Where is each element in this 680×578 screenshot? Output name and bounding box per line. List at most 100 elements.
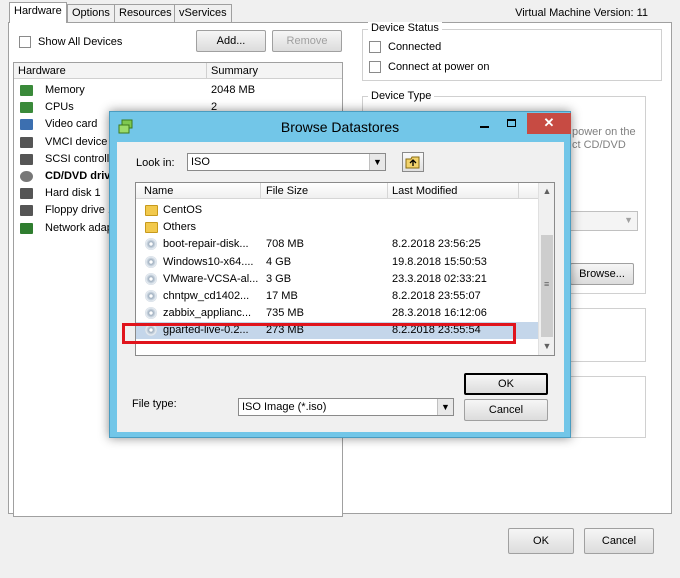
file-size: 708 MB	[266, 238, 304, 251]
disc-image-icon	[145, 238, 157, 251]
scsi-icon	[20, 153, 33, 165]
disc-image-icon	[145, 290, 157, 302]
file-name: VMware-VCSA-al...	[163, 272, 259, 285]
file-size: 3 GB	[266, 272, 292, 285]
hardware-header: Hardware Summary	[14, 63, 342, 79]
dialog-client: Look in: ISO ▼ Name File Size Last Modif…	[117, 142, 564, 432]
disk-icon	[20, 188, 33, 200]
connect-at-power-on-label: Connect at power on	[388, 61, 490, 73]
file-list-scrollbar[interactable]: ▲ ≡ ▼	[538, 183, 554, 355]
disc-image-icon	[145, 255, 157, 268]
file-modified: 8.2.2018 23:55:07	[392, 290, 481, 302]
hardware-row[interactable]: Memory 2048 MB	[14, 82, 342, 99]
file-size: 17 MB	[266, 290, 298, 302]
device-type-text-2: ct CD/DVD	[572, 139, 626, 151]
memory-icon	[20, 85, 33, 96]
device-icon	[20, 136, 33, 148]
file-row[interactable]: VMware-VCSA-al... 3 GB 23.3.2018 02:33:21	[136, 271, 538, 288]
network-icon	[20, 222, 33, 234]
scroll-up-arrow-icon[interactable]: ▲	[539, 183, 554, 199]
look-in-value: ISO	[191, 156, 210, 168]
file-type-value: ISO Image (*.iso)	[242, 401, 327, 413]
file-row[interactable]: Windows10-x64.... 4 GB 19.8.2018 15:50:53	[136, 254, 538, 271]
browse-datastores-dialog: Browse Datastores ✕ Look in: ISO ▼ Name	[109, 111, 571, 438]
maximize-icon	[507, 119, 516, 127]
cpu-icon	[20, 102, 33, 114]
up-folder-button[interactable]	[402, 152, 424, 172]
minimize-icon	[479, 126, 489, 128]
dialog-cancel-button[interactable]: Cancel	[464, 399, 548, 421]
show-all-devices-checkbox[interactable]	[19, 36, 31, 48]
minimize-button[interactable]	[471, 115, 497, 133]
add-button[interactable]: Add...	[196, 30, 266, 52]
file-name: zabbix_applianc...	[163, 307, 252, 320]
tab-options[interactable]: Options	[67, 4, 115, 22]
chevron-down-icon: ▼	[369, 154, 385, 170]
maximize-button[interactable]	[499, 115, 525, 133]
tab-vservices[interactable]: vServices	[174, 4, 232, 22]
cd-icon	[20, 171, 33, 182]
file-row[interactable]: Others	[136, 219, 538, 236]
size-col-header[interactable]: File Size	[266, 185, 308, 197]
disc-image-icon	[145, 307, 157, 320]
look-in-label: Look in:	[136, 157, 175, 169]
file-modified: 28.3.2018 16:12:06	[392, 307, 487, 320]
ok-button[interactable]: OK	[508, 528, 574, 554]
hardware-name: Memory	[45, 84, 85, 96]
cancel-button[interactable]: Cancel	[584, 528, 654, 554]
device-type-text-1: power on the	[572, 126, 636, 138]
file-name: chntpw_cd1402...	[163, 290, 250, 302]
file-size: 4 GB	[266, 255, 292, 268]
chevron-down-icon: ▼	[624, 215, 633, 225]
device-type-title: Device Type	[368, 90, 435, 102]
look-in-select[interactable]: ISO ▼	[187, 153, 386, 171]
hardware-col-header[interactable]: Hardware	[18, 65, 66, 77]
folder-icon	[145, 205, 158, 216]
vm-version-label: Virtual Machine Version: 11	[515, 7, 648, 19]
disc-image-icon	[145, 272, 157, 285]
file-size: 735 MB	[266, 307, 304, 320]
device-status-title: Device Status	[368, 22, 442, 34]
grip-icon: ≡	[544, 279, 550, 289]
file-row[interactable]: boot-repair-disk... 708 MB 8.2.2018 23:56:…	[136, 236, 538, 253]
selection-highlight-box	[122, 323, 516, 344]
file-row[interactable]: CentOS	[136, 202, 538, 219]
tab-hardware[interactable]: Hardware	[9, 2, 67, 23]
summary-col-header[interactable]: Summary	[211, 65, 258, 77]
monitor-icon	[20, 119, 33, 131]
show-all-devices-label: Show All Devices	[38, 36, 123, 48]
close-button[interactable]: ✕	[527, 113, 571, 134]
file-type-label: File type:	[132, 398, 177, 410]
chevron-down-icon: ▼	[437, 399, 453, 415]
connected-checkbox[interactable]	[369, 41, 381, 53]
dialog-titlebar[interactable]: Browse Datastores ✕	[110, 112, 571, 142]
hardware-summary: 2048 MB	[211, 84, 256, 96]
file-name: boot-repair-disk...	[163, 238, 249, 251]
connect-at-power-on-checkbox[interactable]	[369, 61, 381, 73]
file-name: Others	[163, 221, 197, 234]
modified-col-header[interactable]: Last Modified	[392, 185, 457, 197]
close-icon: ✕	[543, 115, 555, 130]
browse-button[interactable]: Browse...	[570, 263, 634, 285]
file-row[interactable]: zabbix_applianc... 735 MB 28.3.2018 16:12:…	[136, 305, 538, 322]
name-col-header[interactable]: Name	[144, 185, 173, 197]
up-folder-icon	[405, 156, 420, 169]
file-modified: 19.8.2018 15:50:53	[392, 255, 487, 268]
remove-button[interactable]: Remove	[272, 30, 342, 52]
connected-label: Connected	[388, 41, 442, 53]
file-modified: 23.3.2018 02:33:21	[392, 272, 487, 285]
file-name: Windows10-x64....	[163, 255, 254, 268]
floppy-icon	[20, 205, 33, 217]
file-row[interactable]: chntpw_cd1402... 17 MB 8.2.2018 23:55:07	[136, 288, 538, 305]
folder-icon	[145, 222, 158, 234]
file-type-select[interactable]: ISO Image (*.iso) ▼	[238, 398, 454, 416]
file-list-header: Name File Size Last Modified	[136, 183, 538, 199]
scroll-thumb[interactable]: ≡	[541, 235, 553, 337]
scroll-down-arrow-icon[interactable]: ▼	[539, 338, 554, 354]
file-modified: 8.2.2018 23:56:25	[392, 238, 481, 251]
dialog-ok-button[interactable]: OK	[464, 373, 548, 395]
file-name: CentOS	[163, 204, 203, 216]
device-status-group	[362, 29, 662, 81]
tab-resources[interactable]: Resources	[114, 4, 177, 22]
datastore-dropdown[interactable]: ▼	[568, 211, 638, 231]
